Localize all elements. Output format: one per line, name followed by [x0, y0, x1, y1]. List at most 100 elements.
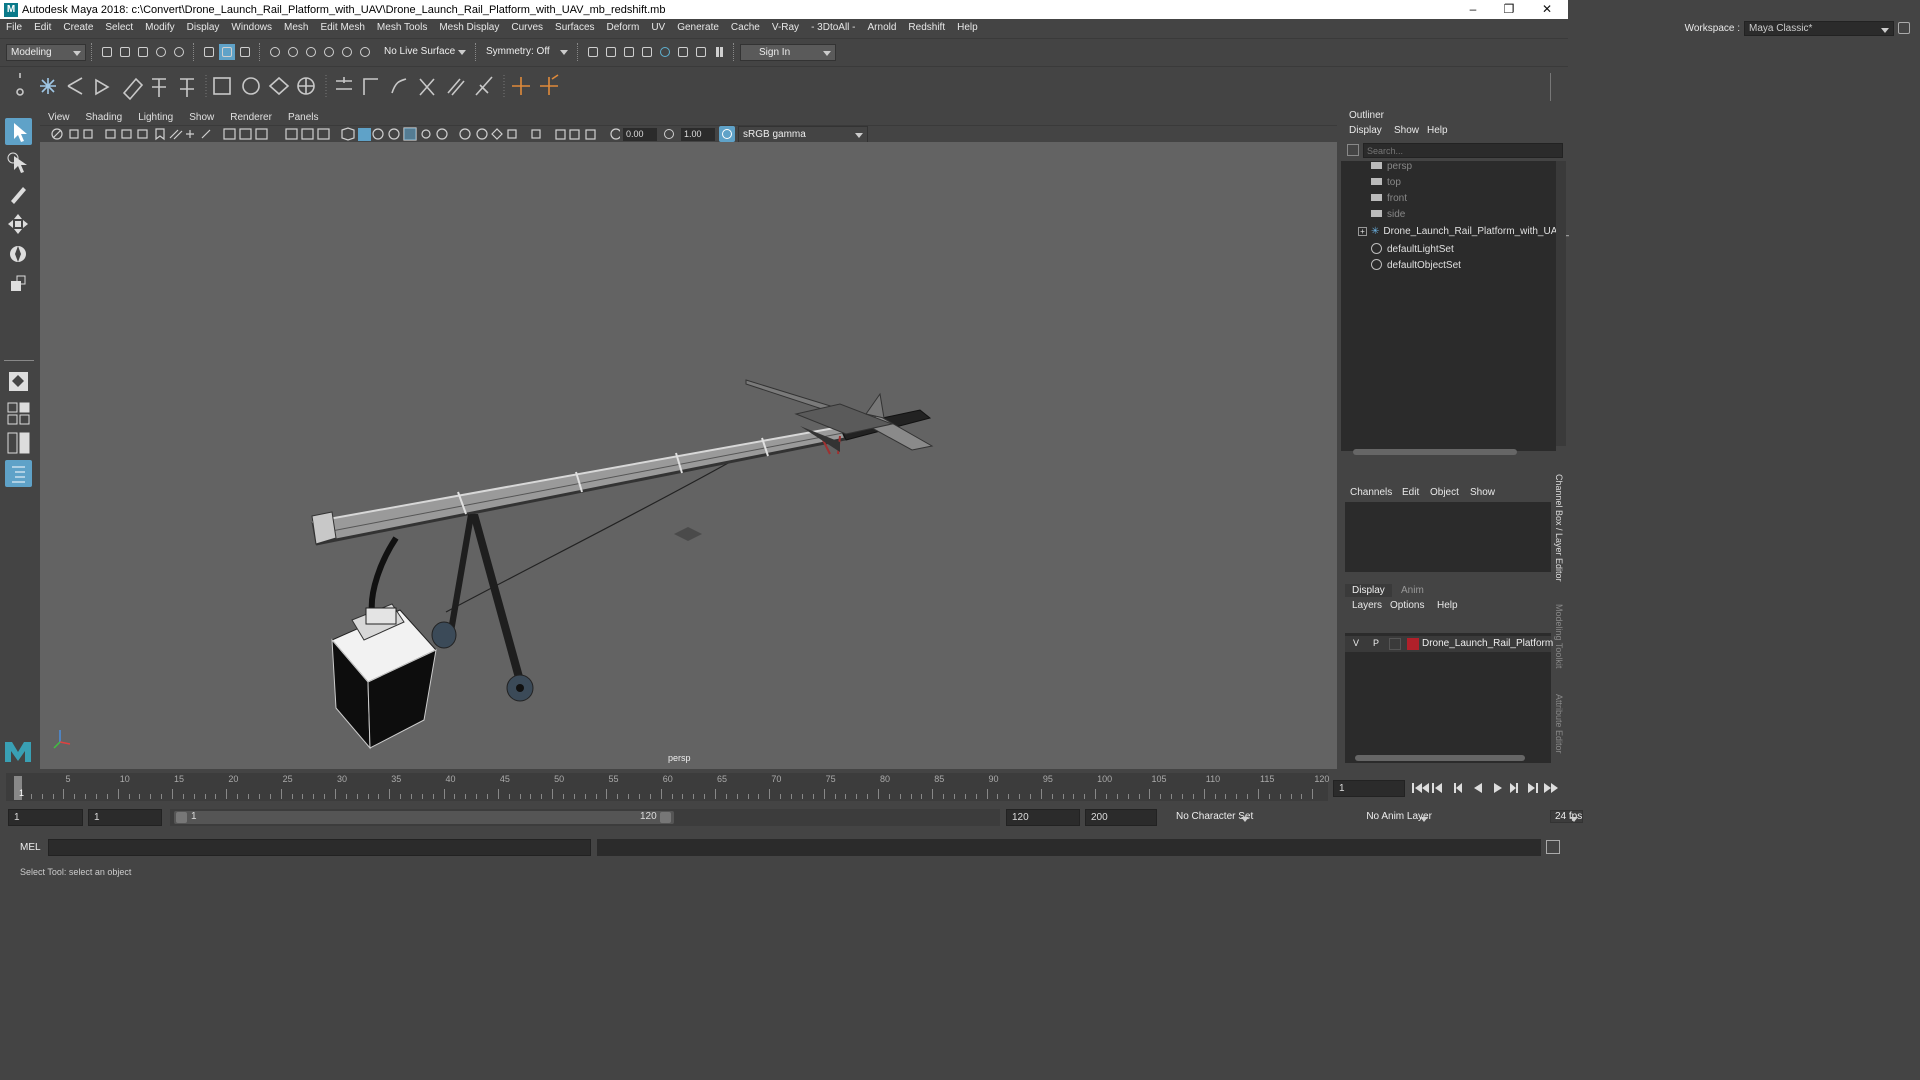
menu-curves[interactable]: Curves — [505, 19, 549, 37]
layer-action-icons[interactable] — [1469, 617, 1545, 629]
outliner-horizontal-scrollbar[interactable] — [1353, 449, 1517, 455]
hypershade-icon[interactable] — [657, 44, 673, 60]
menu-surfaces[interactable]: Surfaces — [549, 19, 600, 37]
playback-start-field[interactable]: 1 — [88, 809, 162, 826]
snap-surface-icon[interactable] — [339, 44, 355, 60]
render-settings-icon[interactable] — [639, 44, 655, 60]
layer-color-swatch[interactable] — [1407, 638, 1419, 650]
outliner-item-side[interactable]: side — [1371, 209, 1405, 225]
outliner-menu-help[interactable]: Help — [1427, 125, 1448, 136]
menu-select[interactable]: Select — [99, 19, 139, 37]
exposure-field[interactable]: 0.00 — [623, 127, 657, 141]
snap-grid-icon[interactable] — [267, 44, 283, 60]
menu-arnold[interactable]: Arnold — [862, 19, 903, 37]
layers-menu[interactable]: Layers — [1352, 600, 1382, 611]
menu-help[interactable]: Help — [951, 19, 984, 37]
save-scene-icon[interactable] — [135, 44, 151, 60]
3d-viewport[interactable]: persp — [40, 142, 1337, 769]
playback-end-field[interactable]: 120 — [1006, 809, 1080, 826]
layer-horizontal-scrollbar[interactable] — [1355, 755, 1525, 761]
render-setup-icon[interactable] — [675, 44, 691, 60]
rotate-tool-icon[interactable] — [5, 240, 32, 267]
color-space-dropdown[interactable]: sRGB gamma — [738, 125, 868, 143]
menu-edit-mesh[interactable]: Edit Mesh — [314, 19, 370, 37]
scale-tool-icon[interactable] — [5, 270, 32, 297]
menu-deform[interactable]: Deform — [601, 19, 646, 37]
paint-select-tool-icon[interactable] — [5, 180, 32, 207]
layer-name[interactable]: Drone_Launch_Rail_Platform_w — [1422, 638, 1566, 649]
select-object-icon[interactable] — [219, 44, 235, 60]
expand-icon[interactable]: + — [1358, 227, 1367, 236]
outliner-search-input[interactable] — [1363, 143, 1563, 158]
menu-file[interactable]: File — [0, 19, 28, 37]
animation-start-field[interactable]: 1 — [8, 809, 83, 826]
menu-3dtoall[interactable]: - 3DtoAll - — [805, 19, 861, 37]
outliner-menu-show[interactable]: Show — [1394, 125, 1419, 136]
snap-point-icon[interactable] — [303, 44, 319, 60]
outliner-menu-display[interactable]: Display — [1349, 125, 1382, 136]
menu-edit[interactable]: Edit — [28, 19, 57, 37]
playback-options-icons[interactable] — [1484, 810, 1560, 824]
pause-viewport-icon[interactable] — [711, 44, 727, 60]
viewport-menu-lighting[interactable]: Lighting — [130, 112, 181, 123]
playback-controls[interactable] — [1410, 780, 1560, 796]
layer-row[interactable]: V P Drone_Launch_Rail_Platform_w — [1345, 636, 1566, 652]
lock-icon[interactable] — [1898, 22, 1910, 34]
range-slider-bar[interactable] — [174, 811, 674, 824]
symmetry-dropdown[interactable]: Symmetry: Off — [482, 43, 572, 61]
tab-attribute-editor[interactable]: Attribute Editor — [1554, 694, 1564, 754]
search-options-icon[interactable] — [1347, 144, 1359, 156]
light-editor-icon[interactable] — [693, 44, 709, 60]
render-view-icon[interactable] — [585, 44, 601, 60]
maximize-button[interactable]: ❐ — [1492, 0, 1526, 19]
snap-pivot-icon[interactable] — [357, 44, 373, 60]
menu-mesh-display[interactable]: Mesh Display — [433, 19, 505, 37]
gamma-field[interactable]: 1.00 — [681, 127, 715, 141]
range-slider-track[interactable]: 1 120 — [170, 809, 1000, 826]
menu-uv[interactable]: UV — [645, 19, 671, 37]
panel-layout-icons[interactable] — [1474, 44, 1560, 62]
redo-icon[interactable] — [171, 44, 187, 60]
viewport-menu-show[interactable]: Show — [181, 112, 222, 123]
tab-modeling-toolkit[interactable]: Modeling Toolkit — [1554, 604, 1564, 668]
outliner-item-default-light-set[interactable]: defaultLightSet — [1371, 243, 1454, 259]
color-management-icon[interactable] — [719, 126, 735, 142]
current-frame-field[interactable]: 1 — [1333, 780, 1405, 797]
character-set-dropdown[interactable]: No Character Set — [1172, 811, 1254, 822]
command-input[interactable] — [48, 839, 591, 856]
outliner-item-top[interactable]: top — [1371, 177, 1401, 193]
anim-layer-dropdown[interactable]: No Anim Layer — [1362, 811, 1432, 822]
menu-display[interactable]: Display — [181, 19, 226, 37]
select-hierarchy-icon[interactable] — [201, 44, 217, 60]
menu-mesh-tools[interactable]: Mesh Tools — [371, 19, 433, 37]
animation-end-field[interactable]: 200 — [1085, 809, 1157, 826]
render-current-frame-icon[interactable] — [603, 44, 619, 60]
layout-four-panes-icon[interactable] — [5, 400, 32, 427]
workspace-dropdown[interactable]: Maya Classic* — [1744, 20, 1894, 36]
channel-show-menu[interactable]: Show — [1470, 487, 1495, 498]
script-editor-icon[interactable] — [1546, 840, 1560, 854]
menu-cache[interactable]: Cache — [725, 19, 766, 37]
snap-view-plane-icon[interactable] — [321, 44, 337, 60]
layer-reference-toggle[interactable] — [1389, 638, 1401, 650]
sign-in-button[interactable]: Sign In — [740, 43, 836, 61]
layer-tab-anim[interactable]: Anim — [1401, 585, 1424, 596]
menu-create[interactable]: Create — [57, 19, 99, 37]
snap-curve-icon[interactable] — [285, 44, 301, 60]
range-end-handle[interactable] — [660, 812, 671, 823]
viewport-menu-shading[interactable]: Shading — [78, 112, 131, 123]
layer-visibility-toggle[interactable]: V — [1353, 638, 1359, 648]
select-component-icon[interactable] — [237, 44, 253, 60]
menu-modify[interactable]: Modify — [139, 19, 180, 37]
tab-channel-box-layer-editor[interactable]: Channel Box / Layer Editor — [1554, 474, 1564, 582]
layer-help-menu[interactable]: Help — [1437, 600, 1458, 611]
shelf-scroll-arrows[interactable] — [1550, 73, 1562, 101]
menu-vray[interactable]: V-Ray — [766, 19, 805, 37]
viewport-menu-renderer[interactable]: Renderer — [222, 112, 280, 123]
new-scene-icon[interactable] — [99, 44, 115, 60]
menu-redshift[interactable]: Redshift — [902, 19, 951, 37]
outliner-layout-icon[interactable] — [5, 460, 32, 487]
channels-menu[interactable]: Channels — [1350, 487, 1392, 498]
channel-object-menu[interactable]: Object — [1430, 487, 1459, 498]
menu-set-dropdown[interactable]: Modeling — [6, 43, 86, 61]
